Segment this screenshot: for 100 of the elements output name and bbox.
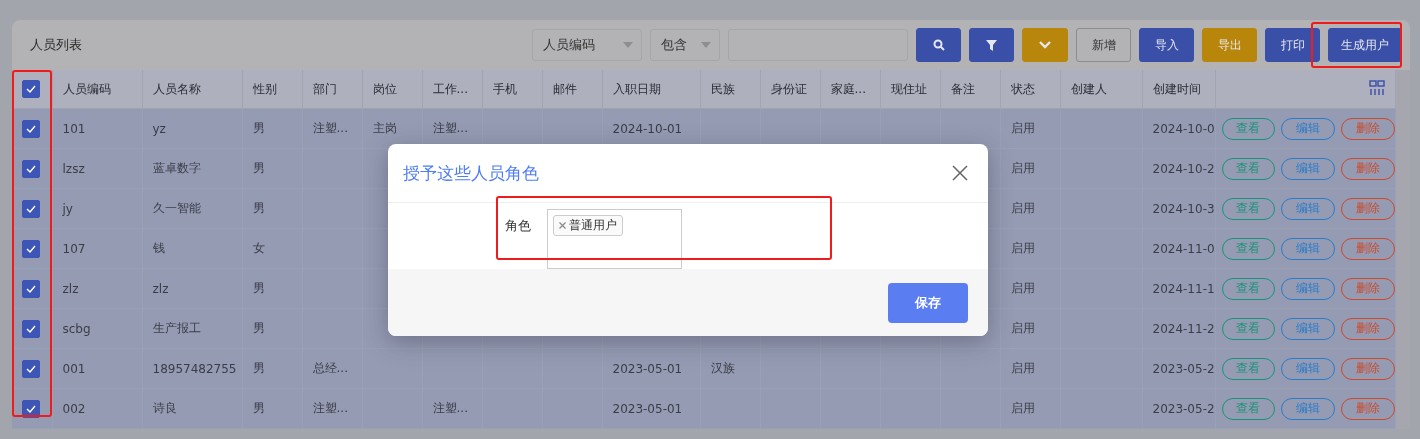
column-header: 人员编码 bbox=[52, 70, 142, 109]
checkbox[interactable] bbox=[22, 279, 40, 298]
checkbox[interactable] bbox=[22, 199, 40, 218]
check-icon bbox=[26, 85, 36, 93]
checkbox[interactable] bbox=[22, 319, 40, 338]
columns-icon[interactable] bbox=[1368, 79, 1385, 96]
table-cell: 001 bbox=[62, 361, 86, 376]
checkbox[interactable] bbox=[22, 359, 40, 378]
table-cell: 18957482755 bbox=[152, 361, 237, 376]
table-cell: 汉族 bbox=[710, 361, 735, 375]
table-cell: 101 bbox=[62, 121, 86, 136]
table-cell: zlz bbox=[62, 281, 79, 296]
table-cell: 注塑... bbox=[432, 401, 468, 415]
column-header: 入职日期 bbox=[602, 70, 700, 109]
check-icon bbox=[26, 124, 36, 133]
table-cell: 注塑... bbox=[312, 121, 348, 135]
column-header: 现住址 bbox=[880, 70, 940, 109]
search-icon bbox=[932, 39, 945, 51]
table-cell: 男 bbox=[252, 121, 265, 135]
table-cell: 男 bbox=[252, 401, 265, 415]
column-header: 工作... bbox=[422, 70, 482, 109]
table-cell: 启用 bbox=[1010, 361, 1035, 375]
check-icon bbox=[26, 204, 36, 213]
toolbar-button[interactable]: 导入 bbox=[1139, 28, 1194, 62]
column-header: 人员名称 bbox=[142, 70, 242, 109]
table-cell: 注塑... bbox=[312, 401, 348, 415]
table-cell: 蓝卓数字 bbox=[152, 161, 201, 175]
table-cell: 启用 bbox=[1010, 201, 1035, 215]
save-button[interactable]: 保存 bbox=[888, 282, 968, 323]
table-cell: 钱 bbox=[152, 241, 165, 255]
checkbox[interactable] bbox=[22, 119, 40, 138]
chevron-icon bbox=[1039, 41, 1051, 49]
table-cell: 2024-10-0 bbox=[1152, 121, 1214, 136]
tag-label: 普通用户 bbox=[569, 217, 617, 234]
operator-select[interactable]: 包含 bbox=[650, 29, 720, 61]
table-cell: 2024-10-3 bbox=[1152, 201, 1214, 216]
search-button[interactable] bbox=[916, 28, 961, 62]
caret-icon bbox=[701, 42, 711, 48]
remove-icon[interactable] bbox=[559, 222, 566, 229]
filter-icon bbox=[986, 39, 997, 51]
column-header: 状态 bbox=[1000, 70, 1060, 109]
filter-button[interactable] bbox=[969, 28, 1014, 62]
column-header: 创建时间 bbox=[1142, 70, 1215, 109]
table-cell: 2024-11-2 bbox=[1152, 321, 1214, 336]
table-cell: 男 bbox=[252, 321, 265, 335]
table-cell: 002 bbox=[62, 401, 86, 416]
table-cell: 男 bbox=[252, 361, 265, 375]
table-cell: 启用 bbox=[1010, 401, 1035, 415]
toolbar-button[interactable]: 新增 bbox=[1076, 28, 1131, 62]
table-cell: 男 bbox=[252, 281, 265, 295]
check-icon bbox=[26, 324, 36, 333]
column-header: 创建人 bbox=[1060, 70, 1142, 109]
table-cell: jy bbox=[62, 201, 73, 216]
checkbox[interactable] bbox=[22, 80, 40, 98]
table-cell: zlz bbox=[152, 281, 169, 296]
field-label: 角色 bbox=[505, 217, 531, 235]
table-cell: 注塑... bbox=[432, 121, 468, 135]
column-header: 身份证 bbox=[760, 70, 820, 109]
page-title: 人员列表 bbox=[30, 36, 82, 54]
checkbox[interactable] bbox=[22, 159, 40, 178]
check-icon bbox=[26, 364, 36, 373]
field-select[interactable]: 人员编码 bbox=[532, 29, 642, 61]
table-cell: scbg bbox=[62, 321, 91, 336]
table-cell: 启用 bbox=[1010, 321, 1035, 335]
column-header: 民族 bbox=[700, 70, 760, 109]
toolbar-button[interactable]: 导出 bbox=[1202, 28, 1257, 62]
table-cell: 启用 bbox=[1010, 281, 1035, 295]
dialog-title: 授予这些人员角色 bbox=[403, 161, 539, 185]
table-cell: 启用 bbox=[1010, 241, 1035, 255]
check-icon bbox=[26, 244, 36, 253]
table-cell: 启用 bbox=[1010, 121, 1035, 135]
table-cell: 女 bbox=[252, 241, 265, 255]
column-header: 部门 bbox=[302, 70, 362, 109]
checkbox[interactable] bbox=[22, 239, 40, 258]
table-cell: 久一智能 bbox=[152, 201, 201, 215]
role-select[interactable]: 普通用户 bbox=[547, 209, 682, 269]
column-header: 手机 bbox=[482, 70, 542, 109]
table-cell: 107 bbox=[62, 241, 86, 256]
table-cell: lzsz bbox=[62, 161, 85, 176]
table-cell: 2024-10-2 bbox=[1152, 161, 1214, 176]
table-cell: yz bbox=[152, 121, 166, 136]
column-header: 岗位 bbox=[362, 70, 422, 109]
table-cell: 男 bbox=[252, 161, 265, 175]
column-header: 家庭... bbox=[820, 70, 880, 109]
table-cell: 2023-05-2 bbox=[1152, 361, 1214, 376]
check-icon bbox=[26, 284, 36, 293]
column-header: 备注 bbox=[940, 70, 1000, 109]
table-cell: 生产报工 bbox=[152, 321, 201, 335]
close-icon[interactable] bbox=[952, 165, 968, 181]
table-cell: 诗良 bbox=[152, 401, 177, 415]
table-cell: 2024-11-1 bbox=[1152, 281, 1214, 296]
column-header: 性别 bbox=[242, 70, 302, 109]
table-cell: 总经... bbox=[312, 361, 348, 375]
table-cell: 启用 bbox=[1010, 161, 1035, 175]
column-header: 邮件 bbox=[542, 70, 602, 109]
table-cell: 2023-05-01 bbox=[612, 401, 683, 416]
check-icon bbox=[26, 404, 36, 413]
table-cell: 主岗 bbox=[372, 121, 397, 135]
toolbar-button[interactable]: 打印 bbox=[1265, 28, 1320, 62]
toolbar-button[interactable]: 生成用户 bbox=[1328, 28, 1402, 62]
